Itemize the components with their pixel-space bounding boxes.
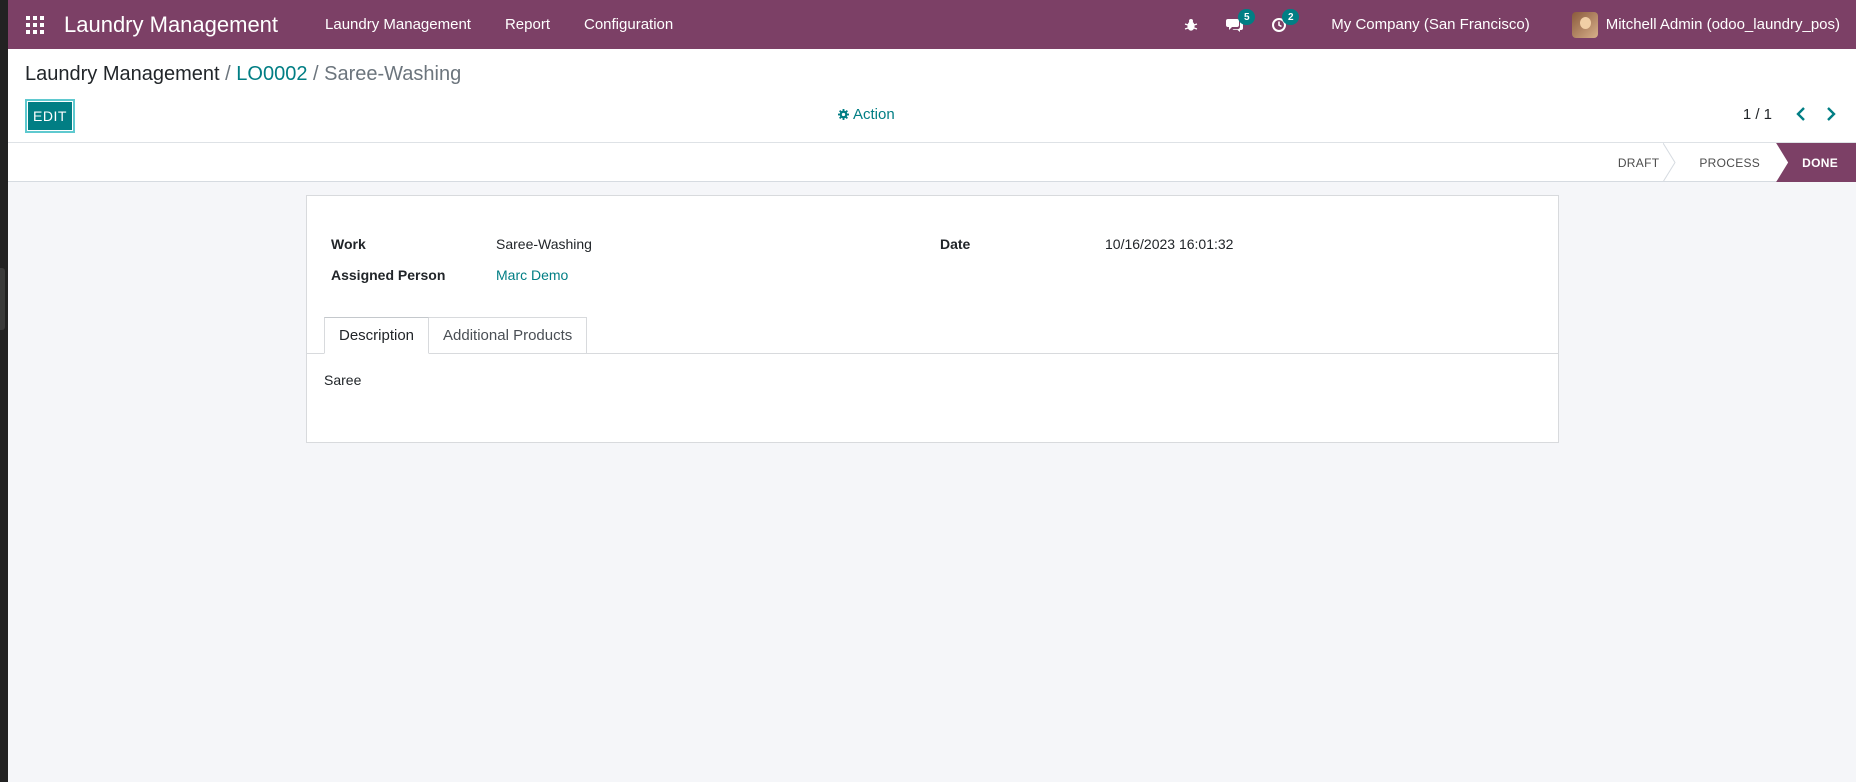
edge-handle	[0, 268, 5, 330]
avatar	[1571, 11, 1598, 38]
date-value: 10/16/2023 16:01:32	[1105, 236, 1234, 252]
stage-label: DRAFT	[1617, 155, 1660, 170]
top-navbar: Laundry Management Laundry Management Re…	[8, 0, 1856, 49]
tab-additional-products[interactable]: Additional Products	[428, 317, 588, 354]
menu-configuration[interactable]: Configuration	[567, 0, 690, 49]
control-panel: Laundry Management / LO0002 / Saree-Wash…	[8, 49, 1856, 143]
work-label: Work	[331, 236, 366, 252]
apps-menu-icon[interactable]	[12, 0, 58, 49]
company-switcher[interactable]: My Company (San Francisco)	[1301, 16, 1547, 33]
description-text: Saree	[324, 372, 362, 388]
date-label: Date	[940, 236, 971, 252]
messages-badge: 5	[1238, 9, 1256, 25]
chevron-right-icon	[1827, 107, 1836, 121]
chevron-left-icon	[1796, 107, 1805, 121]
gear-icon	[838, 109, 849, 120]
action-label: Action	[853, 106, 895, 123]
form-sheet: Work Saree-Washing Assigned Person Marc …	[306, 195, 1559, 443]
stage-label: DONE	[1802, 155, 1838, 170]
pager-nav	[1788, 101, 1844, 127]
left-window-edge	[0, 0, 8, 782]
pager-next-button[interactable]	[1818, 101, 1844, 127]
debug-bug-icon[interactable]	[1169, 0, 1213, 49]
status-bar: DRAFT PROCESS DONE	[8, 143, 1856, 182]
breadcrumb-root[interactable]: Laundry Management	[25, 63, 220, 85]
breadcrumb-current: Saree-Washing	[324, 63, 462, 85]
stage-process[interactable]: PROCESS	[1675, 143, 1776, 182]
menu-report[interactable]: Report	[488, 0, 567, 49]
breadcrumb-order[interactable]: LO0002	[236, 63, 307, 85]
activities-clock-icon[interactable]: 2	[1257, 0, 1301, 49]
user-name: Mitchell Admin (odoo_laundry_pos)	[1605, 16, 1840, 33]
pager-value[interactable]: 1 / 1	[1743, 106, 1772, 123]
notebook-tabs: Description Additional Products	[324, 317, 588, 354]
assigned-person-label: Assigned Person	[331, 267, 446, 283]
stage-done[interactable]: DONE	[1776, 143, 1856, 182]
user-menu[interactable]: Mitchell Admin (odoo_laundry_pos)	[1548, 11, 1856, 38]
breadcrumb: Laundry Management / LO0002 / Saree-Wash…	[25, 63, 461, 86]
app-window: Laundry Management Laundry Management Re…	[8, 0, 1856, 782]
activities-badge: 2	[1282, 9, 1300, 25]
stage-label: PROCESS	[1699, 155, 1761, 170]
breadcrumb-separator: /	[225, 63, 231, 85]
stage-pipeline: DRAFT PROCESS DONE	[1598, 143, 1856, 182]
edit-button[interactable]: EDIT	[25, 99, 75, 133]
breadcrumb-separator: /	[313, 63, 319, 85]
messages-icon[interactable]: 5	[1213, 0, 1257, 49]
menu-laundry-management[interactable]: Laundry Management	[308, 0, 488, 49]
assigned-person-link[interactable]: Marc Demo	[496, 267, 568, 283]
pager-previous-button[interactable]	[1788, 101, 1814, 127]
app-brand[interactable]: Laundry Management	[64, 12, 278, 38]
action-menu-button[interactable]: Action	[838, 106, 895, 123]
stage-draft[interactable]: DRAFT	[1598, 143, 1676, 182]
work-value: Saree-Washing	[496, 236, 592, 252]
tab-description[interactable]: Description	[324, 317, 430, 354]
